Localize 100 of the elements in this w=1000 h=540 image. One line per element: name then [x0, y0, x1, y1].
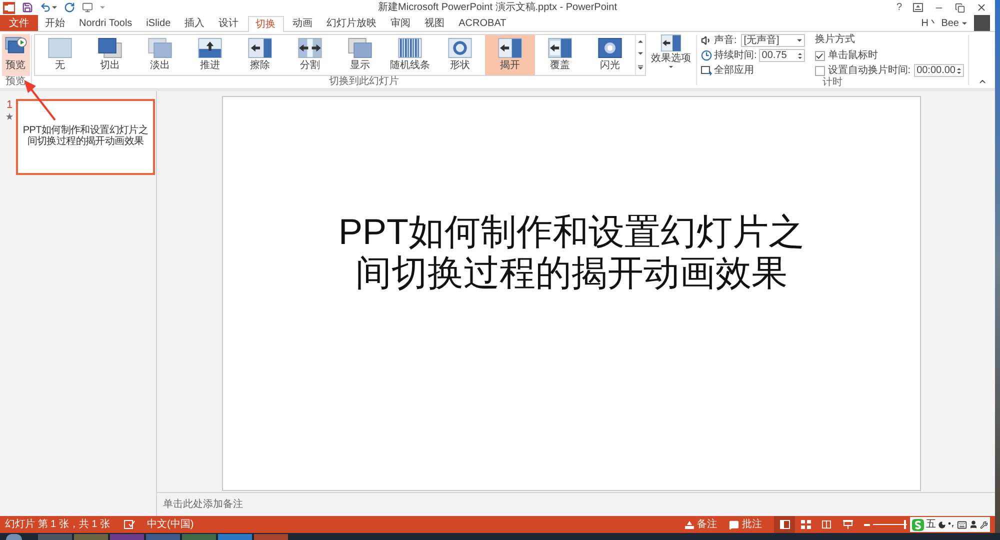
advance-heading: 换片方式: [814, 34, 856, 47]
ribbon-tab[interactable]: 动画: [286, 16, 320, 31]
moon-icon[interactable]: [938, 520, 946, 528]
grid-view-icon: [800, 520, 810, 529]
checkbox[interactable]: [814, 66, 825, 76]
left-arrow-panel-icon: [661, 34, 681, 52]
transition-gallery-item[interactable]: 切出: [85, 35, 135, 75]
star-icon: [6, 113, 13, 120]
view-button[interactable]: [774, 516, 795, 533]
group-label: 预览: [6, 76, 26, 88]
restore-icon[interactable]: [955, 2, 965, 12]
comment-icon: [729, 520, 739, 530]
split-arrows-icon: [298, 38, 322, 58]
redo-icon[interactable]: [64, 2, 75, 13]
group-label: 计时: [822, 77, 842, 89]
gallery-scroll-down-icon[interactable]: [638, 52, 643, 56]
transition-gallery-item[interactable]: 无: [35, 35, 85, 75]
zoom-slider[interactable]: [873, 520, 907, 529]
zoom-slider-thumb[interactable]: [904, 520, 906, 529]
blank-slide-icon: [48, 38, 72, 58]
normal-view-icon: [780, 520, 790, 529]
notes-icon: [685, 520, 694, 528]
notes-button[interactable]: 备注: [681, 516, 721, 533]
preview-button[interactable]: 预览: [2, 34, 30, 76]
gallery-more-icon[interactable]: [638, 65, 643, 70]
left-arrow-panel-icon: [548, 38, 572, 58]
collapse-ribbon-icon[interactable]: [978, 77, 987, 86]
keyboard-icon[interactable]: [956, 520, 967, 530]
ribbon-tab[interactable]: 切换: [248, 16, 284, 32]
ribbon-tab[interactable]: ACROBAT: [452, 16, 514, 31]
close-icon[interactable]: [976, 2, 987, 13]
effect-options-button[interactable]: 效果选项: [648, 34, 694, 76]
transition-gallery-item[interactable]: 覆盖: [535, 35, 585, 75]
speaker-icon: [701, 35, 712, 46]
transition-gallery-item[interactable]: 形状: [435, 35, 485, 75]
transition-gallery-item[interactable]: 推进: [185, 35, 235, 75]
punctuation-icon[interactable]: [948, 522, 954, 528]
transition-gallery-item[interactable]: 擦除: [235, 35, 285, 75]
faded-squares-icon: [148, 38, 172, 58]
group-label: 切换到此幻灯片: [329, 76, 399, 88]
dropdown-caret-icon: [796, 39, 802, 42]
left-arrow-panel-icon: [248, 38, 272, 58]
ribbon-tab[interactable]: 设计: [212, 16, 246, 31]
up-arrow-panel-icon: [198, 38, 222, 58]
start-orb-icon[interactable]: [6, 534, 22, 540]
slide-title[interactable]: PPT如何制作和设置幻灯片之 间切换过程的揭开动画效果: [338, 211, 804, 293]
checkbox[interactable]: [814, 50, 825, 60]
ribbon-tab[interactable]: 审阅: [384, 16, 418, 31]
apply-to-all-button[interactable]: 全部应用: [701, 64, 805, 77]
transition-gallery-item[interactable]: 显示: [335, 35, 385, 75]
file-tab[interactable]: 文件: [0, 15, 38, 31]
user-icon[interactable]: [968, 520, 978, 529]
app-logo-icon[interactable]: [3, 2, 15, 14]
slide-thumbnail[interactable]: PPT如何制作和设置幻灯片之 间切换过程的揭开动画效果: [16, 99, 155, 175]
duration-label: 持续时间:: [714, 50, 757, 62]
window-title: 新建Microsoft PowerPoint 演示文稿.pptx - PowerPoint: [378, 0, 617, 15]
ribbon-tab[interactable]: 视图: [418, 16, 452, 31]
projector-screen-icon: [842, 520, 852, 529]
ribbon-tab[interactable]: iSlide: [139, 16, 178, 31]
customize-caret-icon[interactable]: [100, 6, 105, 9]
comments-button[interactable]: 批注: [725, 516, 766, 533]
transition-gallery-item[interactable]: 随机线条: [385, 35, 435, 75]
slide-count: 幻灯片 第 1 张，共 1 张: [4, 518, 110, 530]
ime-logo-icon[interactable]: [912, 518, 924, 530]
slide-canvas[interactable]: PPT如何制作和设置幻灯片之 间切换过程的揭开动画效果: [222, 96, 921, 491]
vertical-stripes-icon: [398, 38, 422, 58]
transition-gallery-item[interactable]: 闪光: [585, 35, 635, 75]
account-caret-icon[interactable]: [962, 22, 967, 24]
monitor-icon[interactable]: [82, 2, 93, 13]
help-button[interactable]: ?: [896, 2, 902, 14]
auto-advance-spinner[interactable]: 00:00.00: [914, 64, 964, 77]
stacked-squares-icon: [348, 38, 372, 58]
language-status[interactable]: 中文(中国): [147, 518, 194, 530]
undo-caret-icon[interactable]: [52, 6, 57, 9]
ring-icon: [448, 38, 472, 58]
checkbox-label: 设置自动换片时间:: [828, 64, 911, 76]
duration-spinner[interactable]: 00.75: [758, 49, 805, 62]
wrench-icon[interactable]: [980, 520, 988, 528]
ribbon-tab[interactable]: 开始: [38, 16, 72, 31]
ribbon-tab[interactable]: Nordri Tools: [72, 16, 140, 31]
transition-gallery-item[interactable]: 分割: [285, 35, 335, 75]
ribbon-tab[interactable]: 幻灯片放映: [320, 16, 384, 31]
undo-icon[interactable]: [40, 2, 51, 13]
ribbon-display-icon[interactable]: [913, 3, 923, 12]
reading-view-icon: [822, 520, 831, 529]
left-arrow-panel-icon: [498, 38, 522, 58]
transition-gallery-item[interactable]: 淡出: [135, 35, 185, 75]
ime-mode[interactable]: 五: [926, 518, 936, 530]
clock-icon: [701, 50, 712, 61]
slide-number: 1: [6, 99, 13, 111]
sound-dropdown[interactable]: [无声音]: [740, 34, 805, 47]
ribbon-tab[interactable]: 插入: [178, 16, 212, 31]
thumbnail-title: PPT如何制作和设置幻灯片之 间切换过程的揭开动画效果: [22, 125, 148, 147]
save-icon[interactable]: [22, 2, 33, 13]
gallery-scroll-up-icon[interactable]: [638, 40, 643, 43]
checkmark-icon: [816, 52, 824, 58]
transition-gallery-item[interactable]: 揭开: [485, 35, 535, 75]
account-name[interactable]: H丶 Bee: [921, 16, 959, 30]
proofing-icon[interactable]: [124, 520, 136, 529]
stacked-squares-icon: [98, 38, 122, 58]
